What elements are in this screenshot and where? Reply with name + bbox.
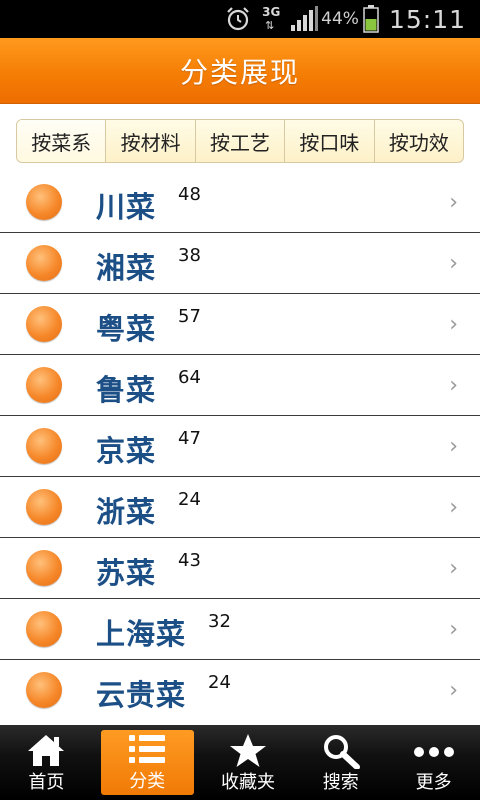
category-name: 云贵菜 [96,678,187,712]
chevron-right-icon: › [449,373,458,398]
title-bar: 分类展现 [0,38,480,104]
category-list: 川菜 48 › 湘菜 38 › 粤菜 57 › 鲁菜 64 › 京菜 47 › … [0,172,480,721]
tab-cuisine[interactable]: 按菜系 [17,120,106,162]
category-count: 38 [178,245,201,266]
nav-search[interactable]: 搜索 [294,725,387,800]
list-item[interactable]: 浙菜 24 › [0,477,480,538]
battery-percent: 44% [321,9,359,29]
chevron-right-icon: › [449,251,458,276]
list-item[interactable]: 云贵菜 24 › [0,660,480,721]
nav-label: 更多 [415,772,452,793]
nav-label: 搜索 [322,772,359,793]
tab-flavor[interactable]: 按口味 [284,120,373,162]
orange-dot-icon [26,550,62,586]
list-item[interactable]: 粤菜 57 › [0,294,480,355]
orange-dot-icon [26,306,62,342]
category-name: 京菜 [96,434,157,468]
orange-dot-icon [26,184,62,220]
category-name: 鲁菜 [96,373,157,407]
battery-icon [363,5,379,33]
category-count: 32 [208,611,231,632]
orange-dot-icon [26,245,62,281]
list-item[interactable]: 鲁菜 64 › [0,355,480,416]
orange-dot-icon [26,672,62,708]
nav-label: 首页 [28,772,65,793]
category-name: 浙菜 [96,495,157,529]
category-count: 24 [178,489,201,510]
chevron-right-icon: › [449,678,458,703]
search-icon [323,735,360,769]
category-count: 47 [178,428,201,449]
page-title: 分类展现 [179,55,300,89]
category-count: 64 [178,367,201,388]
orange-dot-icon [26,611,62,647]
list-item[interactable]: 上海菜 32 › [0,599,480,660]
clock: 15:11 [388,4,466,34]
nav-more[interactable]: 更多 [387,725,480,800]
tab-technique[interactable]: 按工艺 [194,120,284,162]
nav-category[interactable]: 分类 [100,730,194,795]
network-3g-icon: 3G ⇅ [262,5,281,32]
category-name: 上海菜 [96,617,187,651]
home-icon [28,735,65,766]
orange-dot-icon [26,428,62,464]
status-bar: 3G ⇅ 44% 15:11 [0,0,480,38]
orange-dot-icon [26,367,62,403]
more-icon [413,747,454,757]
nav-home[interactable]: 首页 [0,725,93,800]
category-count: 48 [178,184,201,205]
orange-dot-icon [26,489,62,525]
nav-favorites[interactable]: 收藏夹 [202,725,295,800]
list-item[interactable]: 川菜 48 › [0,172,480,233]
star-icon [229,734,266,767]
filter-tabs: 按菜系 按材料 按工艺 按口味 按功效 [16,119,464,163]
list-icon [129,735,166,763]
nav-label: 分类 [129,771,166,792]
list-item[interactable]: 京菜 47 › [0,416,480,477]
category-name: 苏菜 [96,556,157,590]
chevron-right-icon: › [449,190,458,215]
category-name: 川菜 [96,190,157,224]
chevron-right-icon: › [449,434,458,459]
chevron-right-icon: › [449,617,458,642]
chevron-right-icon: › [449,556,458,581]
category-count: 57 [178,306,201,327]
tab-ingredient[interactable]: 按材料 [105,120,194,162]
category-name: 粤菜 [96,312,157,346]
category-count: 43 [178,550,201,571]
signal-icon [291,6,319,31]
chevron-right-icon: › [449,495,458,520]
category-count: 24 [208,672,231,693]
nav-label: 收藏夹 [220,772,275,793]
chevron-right-icon: › [449,312,458,337]
list-item[interactable]: 湘菜 38 › [0,233,480,294]
alarm-icon [227,7,249,31]
category-name: 湘菜 [96,251,157,285]
tab-effect[interactable]: 按功效 [373,120,463,162]
bottom-nav: 首页 分类 收藏夹 搜索 更多 [0,725,480,800]
list-item[interactable]: 苏菜 43 › [0,538,480,599]
